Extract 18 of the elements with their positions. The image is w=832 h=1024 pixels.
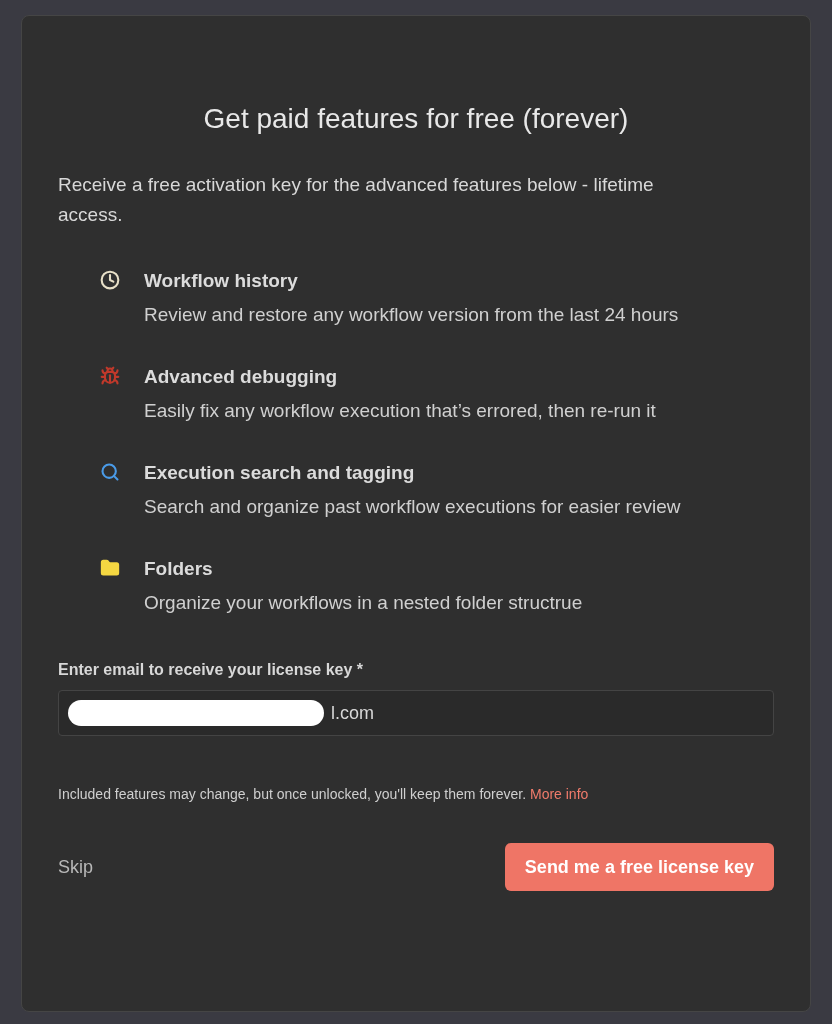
note-text: Included features may change, but once unlocked, you'll keep them forever. More info xyxy=(58,785,590,804)
search-icon xyxy=(100,462,120,482)
feature-title: Advanced debugging xyxy=(144,365,339,389)
intro-text: Receive a free activation key for the advanced features below - lifetime access. xyxy=(58,173,655,227)
folder-icon xyxy=(100,558,120,578)
more-info-link[interactable]: More info xyxy=(529,786,589,802)
feature-description: Review and restore any workflow version from the last 24 hours xyxy=(144,303,680,327)
feature-title: Folders xyxy=(144,557,214,581)
feature-title: Workflow history xyxy=(144,269,299,293)
modal-title: Get paid features for free (forever) xyxy=(202,102,630,136)
bug-icon xyxy=(100,366,120,386)
feature-description: Organize your workflows in a nested folder structrue xyxy=(144,591,584,615)
skip-button[interactable]: Skip xyxy=(58,853,93,881)
feature-description: Search and organize past workflow executions for easier review xyxy=(144,495,682,519)
feature-description: Easily fix any workflow execution that’s errored, then re-run it xyxy=(144,399,657,423)
feature-title: Execution search and tagging xyxy=(144,461,416,485)
clock-icon xyxy=(100,270,120,290)
email-label: Enter email to receive your license key * xyxy=(58,660,365,680)
